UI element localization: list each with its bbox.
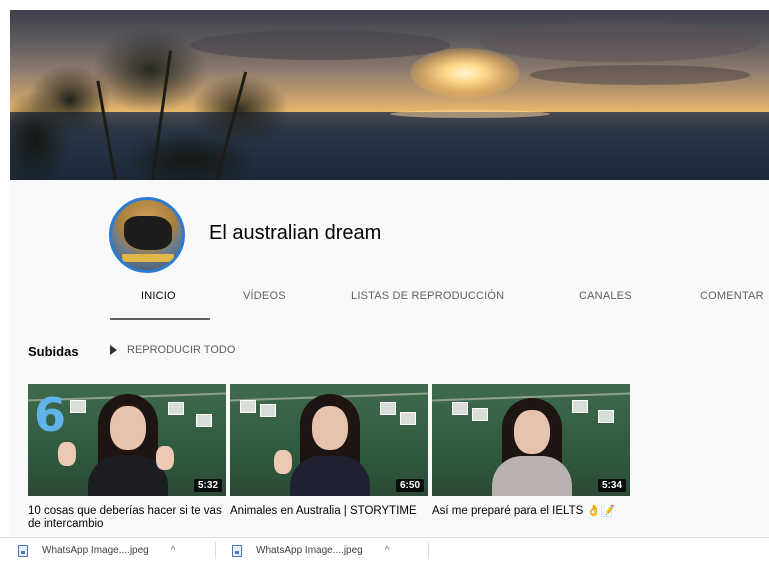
banner-glint	[390, 110, 550, 118]
video-thumbnail[interactable]: 6 5:32	[28, 384, 226, 496]
file-icon	[232, 544, 242, 557]
download-filename: WhatsApp Image....jpeg	[42, 545, 149, 556]
downloads-bar: WhatsApp Image....jpeg ^ WhatsApp Image.…	[0, 537, 769, 562]
tab-playlists[interactable]: LISTAS DE REPRODUCCIÓN	[351, 290, 504, 302]
video-title[interactable]: Animales en Australia | STORYTIME	[230, 505, 428, 531]
avatar-banner	[122, 254, 174, 262]
download-separator	[428, 542, 429, 559]
tab-inicio[interactable]: INICIO	[141, 290, 176, 302]
banner-sun	[410, 48, 520, 98]
file-icon	[18, 544, 28, 557]
download-item[interactable]: WhatsApp Image....jpeg ^	[18, 538, 175, 562]
download-separator	[215, 542, 216, 559]
video-card[interactable]: 6:50 Animales en Australia | STORYTIME	[230, 384, 428, 531]
video-duration: 5:34	[597, 479, 626, 492]
tab-comments[interactable]: COMENTAR	[700, 290, 764, 302]
banner-cloud	[530, 65, 750, 85]
video-card[interactable]: 5:34 Así me preparé para el IELTS 👌📝	[432, 384, 630, 531]
video-title[interactable]: Así me preparé para el IELTS 👌📝	[432, 505, 630, 531]
play-icon	[110, 345, 117, 355]
tab-videos[interactable]: VÍDEOS	[243, 290, 286, 302]
video-duration: 6:50	[395, 479, 424, 492]
number-six-graphic: 6	[34, 388, 67, 442]
video-thumbnail[interactable]: 5:34	[432, 384, 630, 496]
play-all-label: REPRODUCIR TODO	[127, 344, 236, 356]
channel-name: El australian dream	[209, 222, 382, 244]
banner-tree	[10, 10, 320, 180]
download-filename: WhatsApp Image....jpeg	[256, 545, 363, 556]
active-tab-indicator	[110, 318, 210, 320]
banner-cloud	[480, 22, 760, 62]
section-title[interactable]: Subidas	[28, 344, 79, 359]
channel-avatar[interactable]	[109, 197, 185, 273]
channel-tabs: INICIO VÍDEOS LISTAS DE REPRODUCCIÓN CAN…	[10, 280, 769, 320]
video-thumbnail[interactable]: 6:50	[230, 384, 428, 496]
uploads-section: Subidas REPRODUCIR TODO 6 5:32 10 cosas …	[10, 322, 769, 537]
australia-map-icon	[124, 216, 172, 250]
channel-header: El australian dream INICIO VÍDEOS LISTAS…	[10, 180, 769, 322]
download-item[interactable]: WhatsApp Image....jpeg ^	[232, 538, 389, 562]
chevron-up-icon[interactable]: ^	[171, 545, 176, 556]
video-title[interactable]: 10 cosas que deberías hacer si te vas de…	[28, 505, 226, 531]
video-card[interactable]: 6 5:32 10 cosas que deberías hacer si te…	[28, 384, 226, 531]
channel-banner	[10, 10, 769, 180]
play-all-button[interactable]: REPRODUCIR TODO	[110, 344, 235, 356]
chevron-up-icon[interactable]: ^	[385, 545, 390, 556]
video-duration: 5:32	[193, 479, 222, 492]
tab-channels[interactable]: CANALES	[579, 290, 632, 302]
